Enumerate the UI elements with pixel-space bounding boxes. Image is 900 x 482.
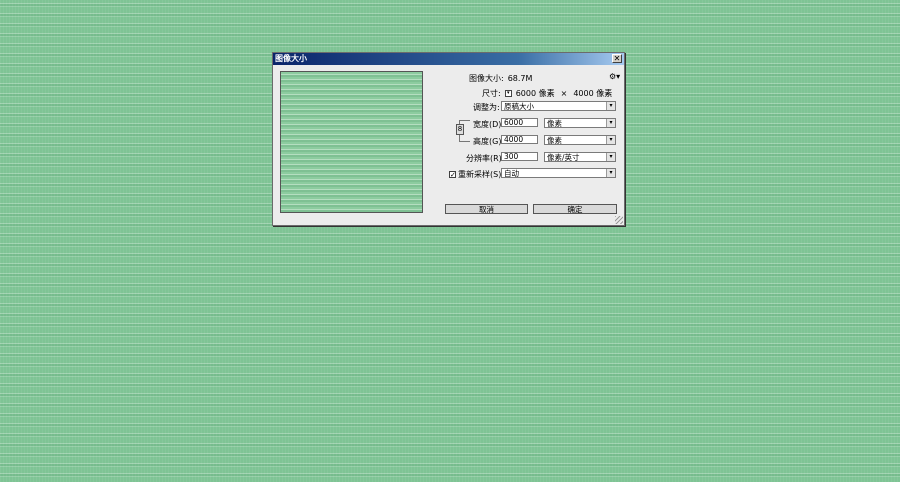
height-row: 高度(G):	[473, 136, 504, 147]
fit-to-row: 调整为:	[473, 102, 500, 113]
dimensions-row: 尺寸: ▾ 6000 像素 × 4000 像素	[482, 88, 612, 99]
image-size-row: 图像大小: 68.7M	[469, 73, 532, 84]
dimensions-label: 尺寸:	[482, 89, 501, 98]
height-unit-select[interactable]: 像素 ▾	[544, 135, 616, 145]
chevron-down-icon: ▾	[606, 102, 615, 110]
cancel-button[interactable]: 取消	[445, 204, 528, 214]
close-icon[interactable]: ✕	[612, 54, 622, 63]
resize-grip[interactable]	[615, 216, 623, 224]
resolution-input[interactable]: 300	[501, 152, 538, 161]
fit-to-select[interactable]: 原稿大小 ▾	[501, 101, 616, 111]
height-label: 高度(G):	[473, 137, 505, 146]
image-size-dialog: 图像大小 ✕ 图像大小: 68.7M ⚙▾ 尺寸: ▾ 6000 像素 × 40…	[272, 52, 625, 226]
chevron-down-icon: ▾	[606, 119, 615, 127]
resample-row: ✓ 重新采样(S):	[449, 169, 504, 180]
resolution-unit-select[interactable]: 像素/英寸 ▾	[544, 152, 616, 162]
chevron-down-icon: ▾	[606, 169, 615, 177]
resolution-row: 分辨率(R):	[466, 153, 505, 164]
dimensions-width: 6000 像素	[515, 89, 555, 98]
link-icon[interactable]: 8	[456, 124, 464, 135]
resample-value: 自动	[504, 169, 519, 178]
dimensions-dropdown-icon[interactable]: ▾	[504, 90, 512, 97]
resample-select[interactable]: 自动 ▾	[501, 168, 616, 178]
resolution-label: 分辨率(R):	[466, 154, 505, 163]
resolution-unit-value: 像素/英寸	[547, 153, 580, 162]
image-preview[interactable]	[280, 71, 423, 213]
fit-to-value: 原稿大小	[504, 102, 534, 111]
height-input[interactable]: 4000	[501, 135, 538, 144]
resample-label: 重新采样(S):	[458, 170, 505, 179]
image-size-value: 68.7M	[507, 74, 533, 83]
dimensions-times: ×	[560, 89, 568, 98]
width-unit-value: 像素	[547, 119, 562, 128]
resample-checkbox[interactable]: ✓	[449, 171, 456, 179]
chevron-down-icon: ▾	[606, 153, 615, 161]
dialog-titlebar[interactable]: 图像大小 ✕	[273, 53, 624, 65]
width-label: 宽度(D):	[473, 120, 505, 129]
dimensions-height: 4000 像素	[573, 89, 613, 98]
image-size-label: 图像大小:	[469, 74, 504, 83]
fit-to-label: 调整为:	[473, 103, 500, 112]
chevron-down-icon: ▾	[606, 136, 615, 144]
ok-button[interactable]: 确定	[533, 204, 617, 214]
width-row: 宽度(D):	[473, 119, 504, 130]
width-unit-select[interactable]: 像素 ▾	[544, 118, 616, 128]
dialog-title: 图像大小	[275, 54, 307, 63]
gear-icon[interactable]: ⚙▾	[609, 72, 620, 81]
height-unit-value: 像素	[547, 136, 562, 145]
width-input[interactable]: 6000	[501, 118, 538, 127]
